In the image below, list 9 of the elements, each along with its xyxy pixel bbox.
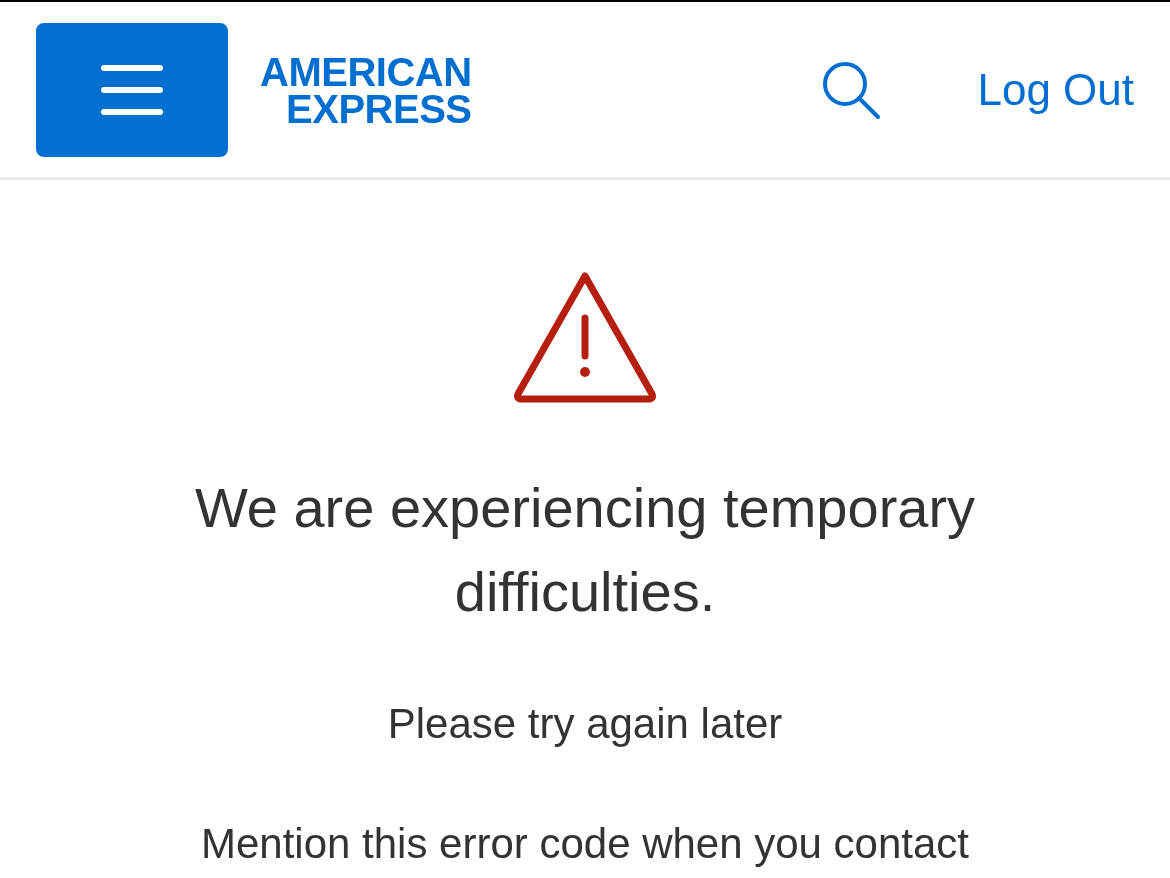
log-out-link[interactable]: Log Out <box>977 64 1134 115</box>
error-message: Please try again later <box>387 700 783 748</box>
menu-button[interactable] <box>36 22 228 157</box>
error-note: Mention this error code when you contact <box>200 820 970 868</box>
warning-icon <box>512 270 658 404</box>
error-heading: We are experiencing temporary difficulties. <box>193 475 977 625</box>
logo[interactable]: AMERICAN EXPRESS <box>260 52 472 127</box>
menu-icon <box>101 63 163 116</box>
search-icon[interactable] <box>821 59 882 120</box>
